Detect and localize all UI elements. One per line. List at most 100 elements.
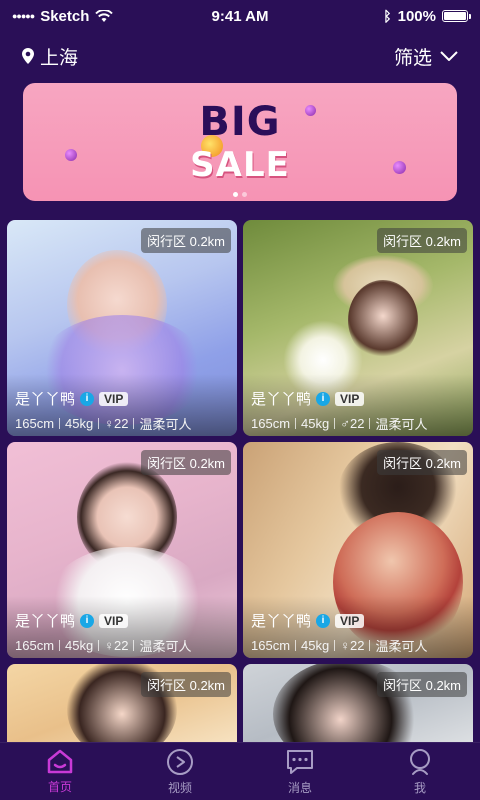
profile-card[interactable]: 闵行区 0.2km 是丫丫鸭 i VIP 165cm 45kg ♂22 温柔可人: [243, 220, 473, 436]
divider: [369, 640, 371, 651]
divider: [133, 640, 135, 651]
name-row: 是丫丫鸭 i VIP: [251, 388, 465, 409]
play-icon: [167, 748, 193, 775]
profile-icon: [410, 748, 430, 775]
location-label: 上海: [40, 47, 79, 69]
profile-tag: 温柔可人: [139, 417, 192, 432]
divider: [59, 640, 61, 651]
meta-row: 165cm 45kg ♂22 温柔可人: [251, 414, 465, 433]
divider: [334, 418, 336, 429]
distance-badge: 闵行区 0.2km: [140, 450, 231, 475]
divider: [59, 418, 61, 429]
tab-home[interactable]: 首页: [20, 749, 100, 795]
bluetooth-icon: ᛒ: [383, 8, 392, 24]
tab-video[interactable]: 视频: [140, 748, 220, 796]
profile-tag: 温柔可人: [375, 639, 428, 654]
profile-gender-age: ♂22: [340, 416, 365, 431]
status-right: ᛒ 100%: [383, 7, 471, 25]
tab-messages-label: 消息: [287, 780, 312, 795]
filter-button[interactable]: 筛选: [394, 43, 458, 70]
distance-badge: 闵行区 0.2km: [376, 672, 467, 697]
divider: [334, 640, 336, 651]
verified-icon: i: [316, 391, 331, 406]
profile-name: 是丫丫鸭: [15, 613, 76, 630]
carrier-label: Sketch: [40, 7, 90, 25]
card-info: 是丫丫鸭 i VIP 165cm 45kg ♀22 温柔可人: [7, 596, 237, 658]
banner-sale-text: SALE: [190, 145, 290, 185]
profile-height: 165cm: [251, 638, 291, 653]
profile-tag: 温柔可人: [139, 639, 192, 654]
bottom-tab-bar: 首页 视频 消息 我: [0, 742, 480, 800]
top-header: 上海 筛选: [0, 36, 480, 76]
profile-gender-age: ♀22: [104, 416, 129, 431]
name-row: 是丫丫鸭 i VIP: [251, 610, 465, 631]
divider: [295, 640, 297, 651]
card-info: 是丫丫鸭 i VIP 165cm 45kg ♀22 温柔可人: [7, 374, 237, 436]
vip-badge: VIP: [335, 613, 365, 628]
promo-banner[interactable]: BIG SALE: [23, 83, 457, 201]
tab-profile[interactable]: 我: [380, 748, 460, 796]
profile-name: 是丫丫鸭: [251, 391, 312, 408]
profile-name: 是丫丫鸭: [251, 613, 312, 630]
vip-badge: VIP: [99, 613, 129, 628]
signal-icon: ●●●●●: [12, 11, 35, 21]
divider: [133, 418, 135, 429]
home-icon: [47, 749, 73, 773]
profile-name: 是丫丫鸭: [15, 391, 76, 408]
status-bar: ●●●●● Sketch 9:41 AM ᛒ 100%: [0, 0, 480, 32]
profile-weight: 45kg: [301, 638, 330, 653]
message-icon: [287, 749, 313, 774]
pager-dot: [242, 192, 247, 197]
divider: [295, 418, 297, 429]
pager-dot-active: [233, 192, 238, 197]
vip-badge: VIP: [99, 391, 129, 406]
tab-profile-label: 我: [413, 780, 426, 795]
wifi-icon: [95, 9, 114, 22]
distance-badge: 闵行区 0.2km: [376, 228, 467, 253]
verified-icon: i: [80, 391, 95, 406]
profile-weight: 45kg: [65, 638, 94, 653]
meta-row: 165cm 45kg ♀22 温柔可人: [15, 636, 229, 655]
divider: [98, 640, 100, 651]
verified-icon: i: [316, 613, 331, 628]
name-row: 是丫丫鸭 i VIP: [15, 610, 229, 631]
divider: [98, 418, 100, 429]
location-pin-icon: [22, 48, 34, 64]
name-row: 是丫丫鸭 i VIP: [15, 388, 229, 409]
profile-tag: 温柔可人: [375, 417, 428, 432]
profile-card[interactable]: 闵行区 0.2km 是丫丫鸭 i VIP 165cm 45kg ♀22 温柔可人: [243, 442, 473, 658]
profile-card[interactable]: 闵行区 0.2km 是丫丫鸭 i VIP 165cm 45kg ♀22 温柔可人: [7, 220, 237, 436]
distance-badge: 闵行区 0.2km: [140, 228, 231, 253]
profile-card[interactable]: 闵行区 0.2km 是丫丫鸭 i VIP 165cm 45kg ♀22 温柔可人: [7, 442, 237, 658]
vip-badge: VIP: [335, 391, 365, 406]
battery-icon: [442, 10, 471, 22]
meta-row: 165cm 45kg ♀22 温柔可人: [15, 414, 229, 433]
profile-weight: 45kg: [301, 416, 330, 431]
tab-home-label: 首页: [47, 779, 72, 794]
filter-label: 筛选: [393, 47, 432, 69]
status-left: ●●●●● Sketch: [12, 7, 114, 25]
meta-row: 165cm 45kg ♀22 温柔可人: [251, 636, 465, 655]
chevron-down-icon: [440, 51, 458, 61]
profile-height: 165cm: [15, 638, 55, 653]
battery-percent: 100%: [397, 7, 436, 25]
profile-gender-age: ♀22: [340, 638, 365, 653]
verified-icon: i: [80, 613, 95, 628]
divider: [369, 418, 371, 429]
banner-pager: [23, 192, 457, 197]
profile-height: 165cm: [251, 416, 291, 431]
distance-badge: 闵行区 0.2km: [140, 672, 231, 697]
profile-grid: 闵行区 0.2km 是丫丫鸭 i VIP 165cm 45kg ♀22 温柔可人…: [7, 220, 473, 744]
tab-video-label: 视频: [167, 780, 192, 795]
distance-badge: 闵行区 0.2km: [376, 450, 467, 475]
profile-weight: 45kg: [65, 416, 94, 431]
profile-height: 165cm: [15, 416, 55, 431]
profile-card[interactable]: 闵行区 0.2km: [7, 664, 237, 744]
location-selector[interactable]: 上海: [22, 43, 78, 70]
tab-messages[interactable]: 消息: [260, 748, 340, 796]
banner-big-text: BIG: [199, 99, 281, 145]
card-info: 是丫丫鸭 i VIP 165cm 45kg ♂22 温柔可人: [243, 374, 473, 436]
profile-gender-age: ♀22: [104, 638, 129, 653]
profile-card[interactable]: 闵行区 0.2km: [243, 664, 473, 744]
card-info: 是丫丫鸭 i VIP 165cm 45kg ♀22 温柔可人: [243, 596, 473, 658]
